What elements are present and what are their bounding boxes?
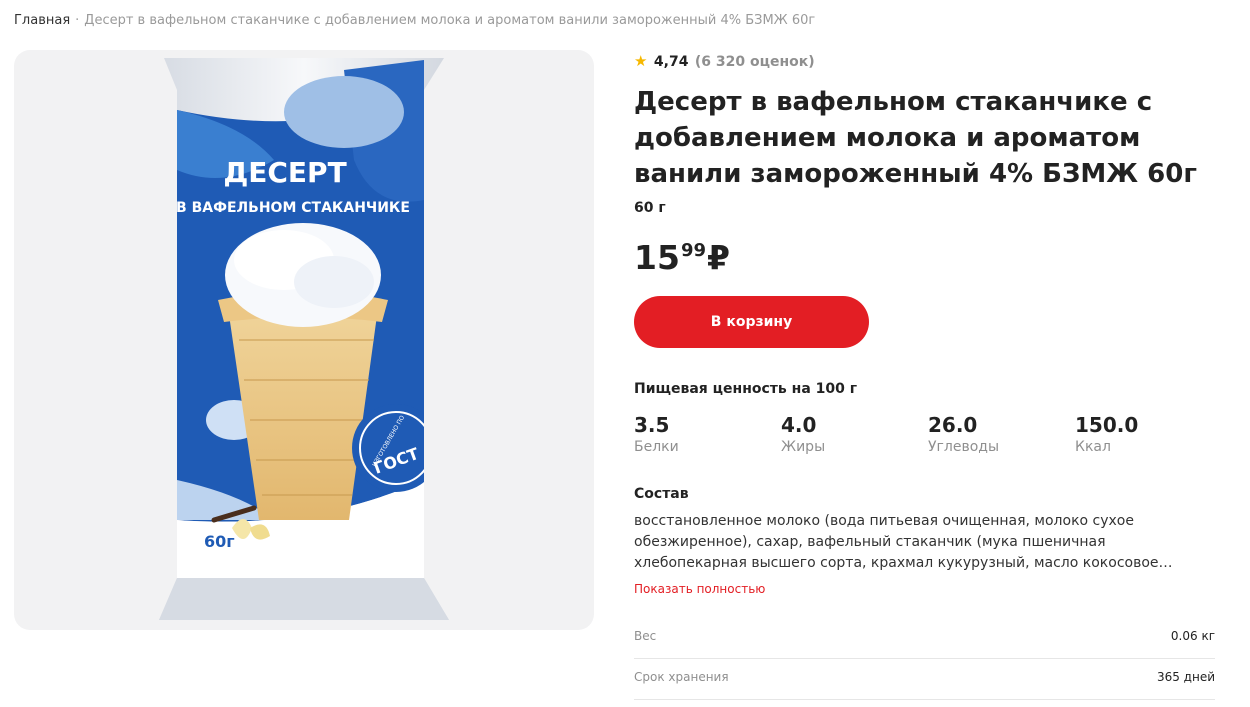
price-kopecks: 99 [680, 240, 706, 261]
breadcrumb: Главная · Десерт в вафельном стаканчике с … [14, 13, 815, 28]
ice-cream-package-illustration: ДЕСЕРТ В ВАФЕЛЬНОМ СТАКАНЧИКЕ ИЗГОТОВЛЕН… [159, 58, 449, 620]
nutrition-item-carbs: 26.0 Углеводы [928, 413, 999, 455]
title-line: добавлением молока и ароматом [634, 123, 1141, 153]
page-title: Десерт в вафельном стаканчике с добавлен… [634, 84, 1234, 192]
product-image[interactable]: ДЕСЕРТ В ВАФЕЛЬНОМ СТАКАНЧИКЕ ИЗГОТОВЛЕН… [14, 50, 594, 630]
nutrition-label: Ккал [1075, 439, 1111, 455]
pack-weight-text: 60г [204, 532, 235, 551]
nutrition-value: 4.0 [781, 413, 817, 437]
spec-value: 0.06 кг [1170, 629, 1215, 643]
nutrition-label: Белки [634, 439, 679, 455]
title-line: ванили замороженный 4% БЗМЖ 60г [634, 159, 1197, 189]
rating-score: 4,74 [653, 54, 689, 70]
breadcrumb-current: Десерт в вафельном стаканчике с добавлен… [84, 13, 816, 28]
pack-headline: ДЕСЕРТ [223, 156, 346, 189]
breadcrumb-home-link[interactable]: Главная [14, 13, 70, 28]
composition-line: хлебопекарная высшего сорта, крахмал кук… [634, 555, 1173, 571]
nutrition-facts: 3.5 Белки 4.0 Жиры 26.0 Углеводы 150.0 К… [634, 413, 1234, 463]
add-to-cart-button[interactable]: В корзину [634, 296, 869, 348]
spec-row-weight: Вес 0.06 кг [634, 618, 1215, 659]
show-full-composition-link[interactable]: Показать полностью [634, 582, 765, 596]
breadcrumb-separator: · [75, 13, 80, 28]
star-icon: ★ [634, 52, 648, 70]
rating-count: (6 320 оценок) [694, 54, 815, 70]
composition-line: обезжиренное), сахар, вафельный стаканчи… [634, 534, 1106, 550]
nutrition-item-fat: 4.0 Жиры [781, 413, 825, 455]
nutrition-value: 3.5 [634, 413, 670, 437]
spec-key: Срок хранения [634, 670, 729, 684]
nutrition-label: Жиры [781, 439, 826, 455]
spec-row-shelf-life: Срок хранения 365 дней [634, 659, 1215, 700]
composition-title: Состав [634, 486, 689, 502]
pack-subline: В ВАФЕЛЬНОМ СТАКАНЧИКЕ [176, 200, 410, 216]
nutrition-label: Углеводы [928, 439, 999, 455]
product-weight: 60 г [634, 200, 666, 216]
title-line: Десерт в вафельном стаканчике с [634, 87, 1153, 117]
nutrition-value: 26.0 [928, 413, 978, 437]
spec-key: Вес [634, 629, 657, 643]
nutrition-item-protein: 3.5 Белки [634, 413, 679, 455]
composition-text: восстановленное молоко (вода питьевая оч… [634, 511, 1204, 574]
composition-line: восстановленное молоко (вода питьевая оч… [634, 513, 1134, 529]
currency-symbol: ₽ [707, 238, 730, 277]
nutrition-item-kcal: 150.0 Ккал [1075, 413, 1138, 455]
product-price: 1599₽ [634, 238, 730, 277]
product-rating[interactable]: ★ 4,74 (6 320 оценок) [634, 52, 815, 70]
nutrition-title: Пищевая ценность на 100 г [634, 381, 858, 397]
nutrition-value: 150.0 [1075, 413, 1139, 437]
spec-value: 365 дней [1156, 670, 1215, 684]
price-rubles: 15 [634, 238, 680, 277]
